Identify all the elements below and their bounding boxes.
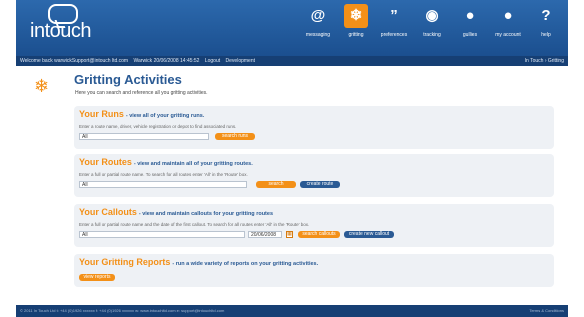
- view-reports-button[interactable]: view reports: [79, 274, 115, 281]
- search-callouts-button[interactable]: search callouts: [298, 231, 340, 238]
- reports-panel: Your Gritting Reports - run a wide variet…: [74, 254, 554, 287]
- nav-label: gullies: [462, 32, 478, 38]
- reports-desc: - run a wide variety of reports on your …: [172, 261, 319, 267]
- nav-label: my account: [495, 32, 521, 38]
- terms-link[interactable]: Terms & Conditions: [529, 305, 564, 317]
- nav-preferences[interactable]: ” preferences: [376, 4, 412, 38]
- callouts-help: Enter a full or partial route name and t…: [79, 222, 310, 227]
- runs-search-input[interactable]: All: [79, 133, 209, 140]
- callout-date-input[interactable]: 20/06/2008: [248, 231, 282, 238]
- help-icon: ?: [541, 7, 551, 24]
- eye-icon: ◉: [425, 7, 439, 24]
- breadcrumb[interactable]: In Touch › Gritting: [525, 56, 564, 66]
- drop-icon: ●: [465, 7, 475, 24]
- quote-icon: ”: [390, 7, 398, 24]
- callouts-route-input[interactable]: All: [79, 231, 245, 238]
- nav-messaging[interactable]: @ messaging: [300, 4, 336, 38]
- routes-desc: - view and maintain all of your gritting…: [133, 161, 253, 167]
- callouts-panel: Your Callouts - view and maintain callout…: [74, 204, 554, 247]
- routes-panel: Your Routes - view and maintain all of yo…: [74, 154, 554, 197]
- nav-label: preferences: [380, 32, 408, 38]
- callouts-desc: - view and maintain callouts for your gr…: [138, 211, 273, 217]
- nav-help[interactable]: ? help: [528, 4, 564, 38]
- snowflake-icon: ❄: [344, 4, 368, 28]
- user-icon: ●: [503, 7, 513, 24]
- callouts-title: Your Callouts: [79, 207, 137, 217]
- snowflake-icon: ❄: [34, 76, 50, 96]
- create-callout-button[interactable]: create new callout: [344, 231, 394, 238]
- nav-label: messaging: [305, 32, 331, 38]
- org-time-text: Warwick 20/06/2008 14:45:52: [133, 58, 200, 64]
- runs-panel: Your Runs - view all of your gritting run…: [74, 106, 554, 149]
- search-routes-button[interactable]: search: [256, 181, 296, 188]
- footer: © 2011 In Touch Ltd t: +44 (0)1926 xxxxx…: [16, 305, 568, 317]
- status-bar: Welcome back warwickSupport@intouch ltd.…: [16, 56, 568, 66]
- create-route-button[interactable]: create route: [300, 181, 340, 188]
- routes-help: Enter a full or partial route name. To s…: [79, 172, 248, 177]
- nav-label: gritting: [348, 32, 364, 38]
- nav-gullies[interactable]: ● gullies: [452, 4, 488, 38]
- main-content: ❄ Gritting Activities Here you can searc…: [16, 66, 568, 305]
- main-nav: @ messaging ❄ gritting ” preferences ◉ t…: [300, 4, 564, 38]
- header: intouch @ messaging ❄ gritting ” prefere…: [16, 0, 568, 56]
- calendar-icon[interactable]: ▦: [286, 231, 293, 238]
- page-title: Gritting Activities: [74, 72, 182, 87]
- runs-title: Your Runs: [79, 109, 124, 119]
- reports-title: Your Gritting Reports: [79, 257, 171, 267]
- app-frame: intouch @ messaging ❄ gritting ” prefere…: [16, 0, 568, 317]
- development-link[interactable]: Development: [226, 58, 255, 64]
- routes-title: Your Routes: [79, 157, 132, 167]
- logout-link[interactable]: Logout: [205, 58, 220, 64]
- footer-copyright: © 2011 In Touch Ltd t: +44 (0)1926 xxxxx…: [20, 308, 225, 313]
- nav-gritting[interactable]: ❄ gritting: [338, 4, 374, 38]
- welcome-text: Welcome back warwickSupport@intouch ltd.…: [20, 58, 129, 64]
- runs-desc: - view all of your gritting runs.: [125, 113, 205, 119]
- nav-label: help: [541, 32, 551, 38]
- search-runs-button[interactable]: search runs: [215, 133, 255, 140]
- runs-help: Enter a route name, driver, vehicle regi…: [79, 124, 237, 129]
- nav-tracking[interactable]: ◉ tracking: [414, 4, 450, 38]
- nav-label: tracking: [423, 32, 441, 38]
- nav-my-account[interactable]: ● my account: [490, 4, 526, 38]
- page-subtitle: Here you can search and reference all yo…: [75, 90, 208, 96]
- app-logo[interactable]: intouch: [30, 20, 92, 43]
- at-icon: @: [310, 7, 326, 24]
- routes-search-input[interactable]: All: [79, 181, 247, 188]
